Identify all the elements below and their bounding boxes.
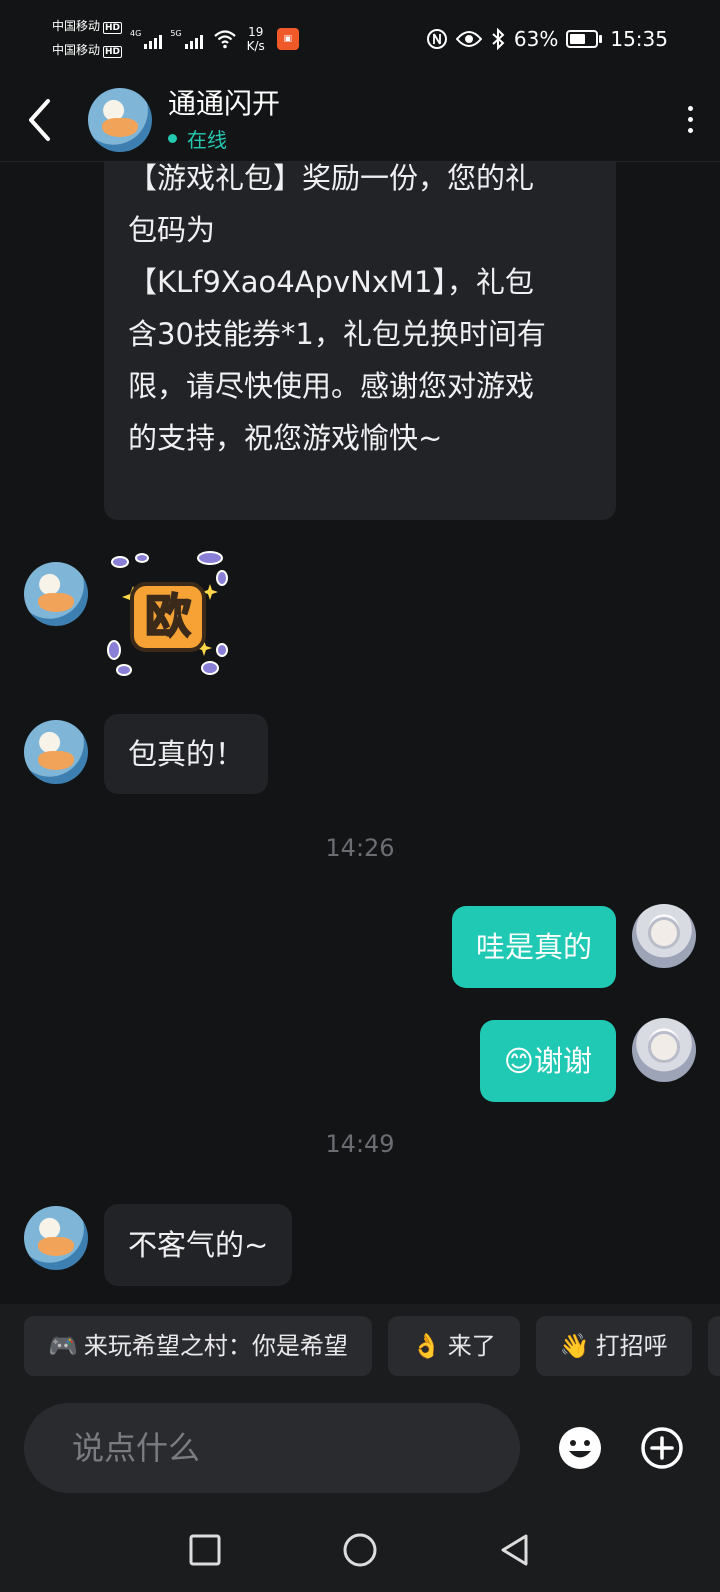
online-dot-icon: [168, 134, 177, 143]
nfc-icon: [426, 29, 447, 49]
back-nav-button[interactable]: [498, 1533, 532, 1567]
message-line: 【游戏礼包】奖励一份，您的礼: [128, 162, 535, 195]
carrier-2: 中国移动 HD: [52, 43, 123, 58]
quick-reply-coming[interactable]: 👌 来了: [387, 1316, 520, 1376]
quick-reply-game[interactable]: 🎮 来玩希望之村：你是希望: [24, 1316, 372, 1376]
home-button[interactable]: [342, 1532, 378, 1568]
my-message-bubble[interactable]: 哇是真的: [451, 906, 616, 988]
quick-reply-greet[interactable]: 👋 打招呼: [535, 1316, 692, 1376]
message-bubble[interactable]: 包真的！: [104, 714, 269, 794]
add-button[interactable]: [634, 1420, 690, 1476]
chat-header: 通通闪开 在线: [0, 78, 720, 162]
my-message-bubble[interactable]: 😊谢谢: [479, 1020, 616, 1102]
sender-avatar[interactable]: [24, 720, 88, 784]
gamepad-icon: 🎮: [48, 1332, 78, 1360]
message-line: 限，请尽快使用。感谢您对游戏: [128, 369, 535, 403]
signal-5g-icon: 5G: [170, 29, 203, 49]
contact-avatar[interactable]: [88, 87, 152, 152]
carrier-1: 中国移动 HD: [52, 19, 123, 34]
battery-percent: 63%: [513, 27, 559, 51]
sticker-ou[interactable]: 欧: [102, 550, 232, 680]
eye-icon: [455, 31, 482, 47]
app-notification-icon: ▣: [276, 28, 299, 50]
message-line: 【KLf9Xao4ApvNxM1】，礼包: [128, 265, 534, 299]
sender-avatar[interactable]: [24, 1206, 88, 1270]
sender-avatar[interactable]: [24, 562, 88, 626]
message-input[interactable]: [24, 1403, 520, 1493]
system-nav-bar: [0, 1508, 720, 1592]
clock: 15:35: [610, 27, 668, 51]
quick-reply-more[interactable]: [707, 1316, 720, 1376]
my-avatar[interactable]: [632, 1018, 696, 1082]
bluetooth-icon: [492, 28, 505, 50]
online-status: 在线: [168, 124, 280, 153]
recents-button[interactable]: [188, 1533, 222, 1567]
wifi-icon: [213, 30, 236, 49]
network-speed: 19 K/s: [246, 25, 265, 53]
back-arrow-icon: [29, 98, 50, 141]
timestamp: 14:49: [325, 1130, 395, 1158]
status-bar: 中国移动 HD 中国移动 HD 4G 5G 19 K/s ▣ 63% 15:35: [0, 0, 720, 78]
message-bubble-gift[interactable]: 【游戏礼包】奖励一份，您的礼 包码为 【KLf9Xao4ApvNxM1】，礼包 …: [104, 162, 616, 520]
contact-name: 通通闪开: [168, 87, 281, 120]
message-line: 含30技能券*1，礼包兑换时间有: [128, 317, 546, 351]
battery-icon: [566, 30, 603, 48]
wave-hand-icon: 👋: [559, 1332, 590, 1360]
signal-4g-icon: 4G: [130, 29, 163, 49]
timestamp: 14:26: [325, 834, 395, 862]
back-button[interactable]: [0, 78, 80, 162]
quick-reply-bar: 🎮 来玩希望之村：你是希望 👌 来了 👋 打招呼: [0, 1304, 720, 1388]
blush-emoji-icon: 😊: [503, 1044, 534, 1078]
message-line: 包码为: [128, 213, 216, 247]
carrier-info: 中国移动 HD 中国移动 HD: [52, 15, 123, 63]
more-options-button[interactable]: [660, 78, 720, 162]
sticker-text: 欧: [145, 589, 191, 643]
message-line: 的支持，祝您游戏愉快~: [128, 421, 443, 455]
ok-hand-icon: 👌: [411, 1332, 442, 1360]
emoji-button[interactable]: [552, 1420, 608, 1476]
message-bubble[interactable]: 不客气的~: [104, 1204, 293, 1286]
my-avatar[interactable]: [632, 904, 696, 968]
chat-messages[interactable]: 【游戏礼包】奖励一份，您的礼 包码为 【KLf9Xao4ApvNxM1】，礼包 …: [0, 162, 720, 1304]
input-bar: [0, 1388, 720, 1508]
